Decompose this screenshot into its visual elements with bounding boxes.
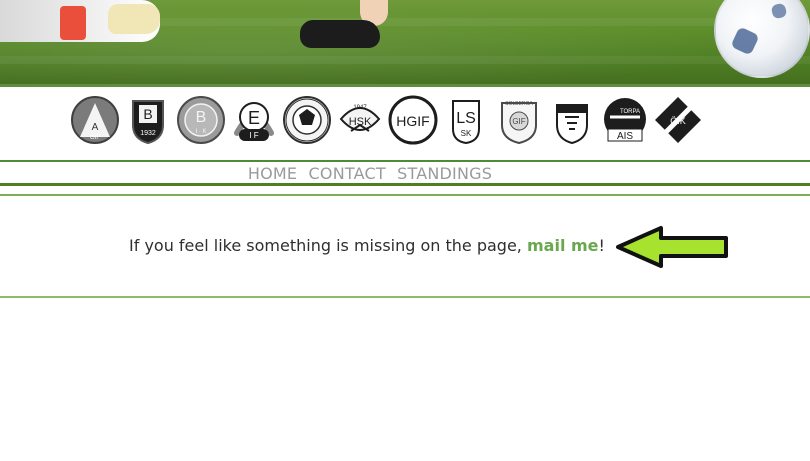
- club-hgif-logo[interactable]: HGIF: [388, 95, 438, 145]
- club-hsk-logo-icon: 1947 HSK: [339, 105, 381, 132]
- svg-text:TORPA: TORPA: [620, 109, 640, 115]
- club-a-logo-icon: A GIF: [71, 96, 119, 144]
- svg-text:B: B: [196, 109, 207, 126]
- ball-patch: [770, 2, 788, 20]
- club-solberga-logo-icon: SOLBERGA GIF: [501, 101, 537, 145]
- message-suffix: !: [598, 236, 605, 255]
- club-oik-logo[interactable]: ÖIK: [653, 95, 703, 145]
- left-arrow-icon: [616, 226, 728, 268]
- svg-text:SK: SK: [461, 129, 472, 138]
- divider-line: [0, 84, 810, 87]
- missing-content-message: If you feel like something is missing on…: [129, 236, 605, 255]
- nav-contact-link[interactable]: CONTACT: [309, 164, 386, 183]
- club-ais-logo-icon: TORPA AIS: [604, 98, 646, 142]
- club-b-1932-logo-icon: B 1932: [132, 100, 164, 145]
- club-ais-logo[interactable]: TORPA AIS: [600, 95, 650, 145]
- ball-patch: [730, 26, 760, 56]
- svg-text:E: E: [248, 108, 260, 128]
- svg-text:ÖIK: ÖIK: [670, 116, 686, 126]
- divider-line: [0, 296, 810, 298]
- club-ball-logo-icon: [283, 96, 331, 144]
- club-bts-logo[interactable]: [547, 95, 597, 145]
- divider-line: [0, 160, 810, 162]
- club-hgif-logo-icon: HGIF: [388, 95, 438, 145]
- player-sock: [60, 6, 86, 40]
- club-oik-logo-icon: ÖIK: [655, 97, 701, 143]
- club-ball-logo[interactable]: [282, 95, 332, 145]
- divider-line: [0, 183, 810, 186]
- svg-text:1932: 1932: [140, 130, 156, 137]
- divider-line: [0, 194, 810, 196]
- club-bts-logo-icon: [556, 104, 588, 145]
- grass-stripe: [0, 56, 810, 64]
- svg-text:I · K: I · K: [195, 129, 206, 135]
- club-bik-logo-icon: B I · K: [177, 96, 225, 144]
- svg-text:A: A: [92, 122, 99, 133]
- club-bik-logo[interactable]: B I · K: [176, 95, 226, 145]
- svg-text:B: B: [143, 106, 152, 122]
- club-b-1932-logo[interactable]: B 1932: [123, 95, 173, 145]
- club-lssk-logo[interactable]: LS SK: [441, 95, 491, 145]
- hero-banner: [0, 0, 810, 84]
- soccer-ball: [714, 0, 810, 78]
- svg-text:1947: 1947: [353, 105, 367, 111]
- club-hsk-logo[interactable]: 1947 HSK: [335, 95, 385, 145]
- mail-me-link[interactable]: mail me: [527, 236, 599, 255]
- svg-text:AIS: AIS: [617, 131, 633, 142]
- svg-text:GIF: GIF: [90, 135, 100, 141]
- svg-text:GIF: GIF: [512, 117, 525, 126]
- svg-text:SOLBERGA: SOLBERGA: [505, 101, 533, 107]
- svg-text:I F: I F: [249, 131, 258, 140]
- club-eif-logo[interactable]: E I F: [229, 95, 279, 145]
- club-solberga-logo[interactable]: SOLBERGA GIF: [494, 95, 544, 145]
- message-text: If you feel like something is missing on…: [129, 236, 522, 255]
- svg-text:HGIF: HGIF: [396, 113, 429, 129]
- player-shoe: [108, 4, 160, 34]
- club-a-logo[interactable]: A GIF: [70, 95, 120, 145]
- nav-home-link[interactable]: HOME: [248, 164, 297, 183]
- club-logos-row: A GIF B 1932 B I · K E I F 1947 HSK HGIF…: [70, 92, 701, 150]
- club-lssk-logo-icon: LS SK: [452, 100, 480, 145]
- nav-standings-link[interactable]: STANDINGS: [397, 164, 492, 183]
- goalkeeper-glove: [300, 20, 380, 48]
- club-eif-logo-icon: E I F: [234, 102, 274, 141]
- main-nav: HOME CONTACT STANDINGS: [0, 164, 740, 184]
- svg-text:LS: LS: [456, 110, 476, 127]
